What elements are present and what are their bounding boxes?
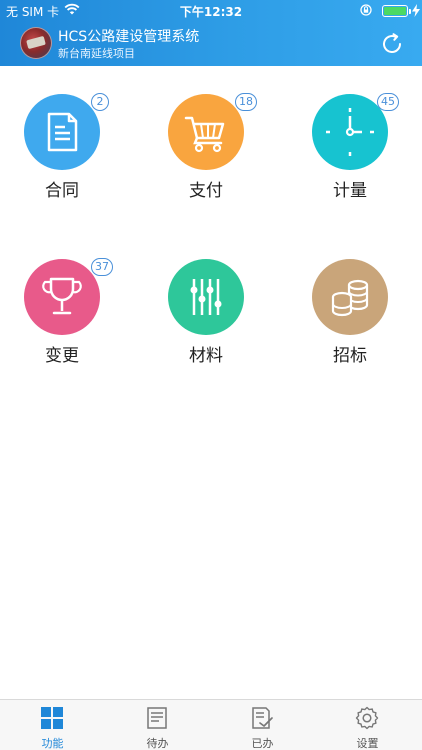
module-label: 支付 xyxy=(189,181,223,201)
tab-label: 功能 xyxy=(41,737,64,750)
tab-done[interactable]: 已办 xyxy=(210,700,315,750)
module-change-circle xyxy=(24,259,100,335)
module-bidding-circle xyxy=(312,259,388,335)
clock-icon xyxy=(326,108,374,156)
module-label: 材料 xyxy=(189,346,223,366)
tab-label: 已办 xyxy=(251,737,274,750)
battery-cap xyxy=(409,9,411,14)
module-contract-circle xyxy=(24,94,100,170)
document-icon xyxy=(47,112,78,152)
coins-icon xyxy=(331,279,369,317)
cart-icon xyxy=(184,116,225,153)
badge-count: 45 xyxy=(377,93,399,111)
badge-count: 18 xyxy=(235,93,257,111)
project-name: 新台南延线项目 xyxy=(58,47,135,60)
status-bar: 无 SIM 卡 下午12:32 xyxy=(0,0,422,22)
module-bidding[interactable]: 招标 xyxy=(290,231,410,366)
module-label: 变更 xyxy=(45,346,79,366)
module-material[interactable]: 材料 xyxy=(146,231,266,366)
grid-icon xyxy=(41,707,63,729)
done-icon xyxy=(252,707,273,729)
module-material-circle xyxy=(168,259,244,335)
sliders-icon xyxy=(190,279,222,315)
module-label: 招标 xyxy=(333,346,367,366)
refresh-icon[interactable] xyxy=(380,32,404,56)
header-bar: 无 SIM 卡 下午12:32 HCS公路建设管理系统 新台南延线项目 xyxy=(0,0,422,66)
tab-label: 设置 xyxy=(356,737,379,750)
module-label: 合同 xyxy=(45,181,79,201)
module-change[interactable]: 37 变更 xyxy=(2,231,122,366)
module-measure[interactable]: 45 计量 xyxy=(290,66,410,201)
screen: 无 SIM 卡 下午12:32 HCS公路建设管理系统 新台南延线项目 2 合同… xyxy=(0,0,422,750)
module-measure-circle xyxy=(312,94,388,170)
gear-icon xyxy=(355,706,379,730)
avatar[interactable] xyxy=(20,27,52,59)
module-payment[interactable]: 18 支付 xyxy=(146,66,266,201)
tab-todo[interactable]: 待办 xyxy=(105,700,210,750)
tab-settings[interactable]: 设置 xyxy=(315,700,420,750)
module-label: 计量 xyxy=(333,181,367,201)
app-bar: HCS公路建设管理系统 新台南延线项目 xyxy=(0,22,422,66)
tab-functions[interactable]: 功能 xyxy=(0,700,105,750)
tab-label: 待办 xyxy=(146,737,169,750)
app-title: HCS公路建设管理系统 xyxy=(58,29,200,45)
badge-count: 2 xyxy=(91,93,109,111)
orientation-lock-icon xyxy=(360,4,372,16)
battery-icon xyxy=(382,5,408,17)
tab-bar: 功能 待办 已办 设置 xyxy=(0,699,422,750)
module-contract[interactable]: 2 合同 xyxy=(2,66,122,201)
charging-bolt-icon xyxy=(412,4,420,17)
todo-icon xyxy=(147,707,167,729)
trophy-icon xyxy=(42,277,82,315)
module-payment-circle xyxy=(168,94,244,170)
badge-count: 37 xyxy=(91,258,113,276)
status-time: 下午12:32 xyxy=(179,5,243,19)
